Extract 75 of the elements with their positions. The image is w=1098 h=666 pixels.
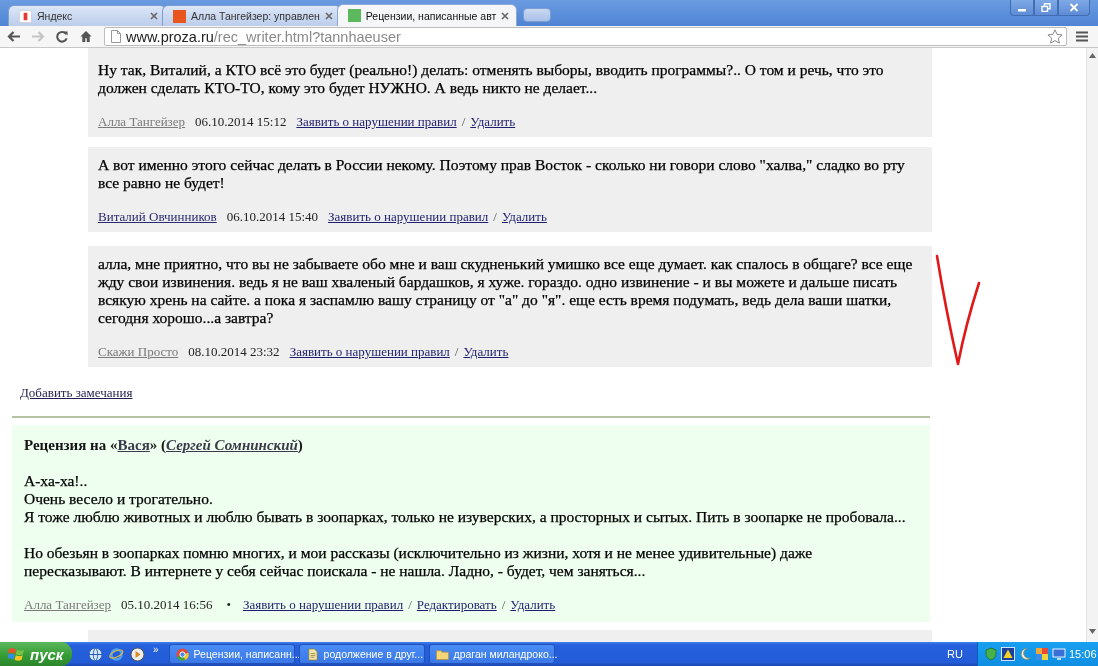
globe-icon[interactable] [88,646,103,662]
clock: 15:06 [1069,648,1097,660]
bullet-separator: • [226,597,231,613]
link-separator: / [461,114,466,130]
scrollbar[interactable] [1086,48,1098,642]
post-date: 06.10.2014 15:12 [195,114,287,130]
reload-icon [55,30,69,43]
link-separator: / [493,209,497,225]
link-separator: / [408,597,412,613]
action-link[interactable]: Удалить [470,114,516,130]
more-chevron[interactable]: » [153,642,159,655]
page-icon [111,30,121,43]
star-icon[interactable] [1047,29,1063,44]
home-icon [79,30,93,43]
add-remark-link[interactable]: Добавить замечания [20,385,133,401]
action-link[interactable]: Заявить о нарушении правил [328,209,489,225]
action-link[interactable]: Заявить о нарушении правил [289,344,450,360]
restore-button[interactable] [1034,0,1058,16]
scroll-up-arrow-icon[interactable] [1089,53,1096,58]
review-text: Я тоже люблю животных и люблю бывать в зоопарках, только не изуверских, а просторных и сытых. Пить в зоопарке не пробовала... [24,508,907,526]
action-link[interactable]: Заявить о нарушении правил [242,597,404,613]
browser-tab[interactable]: Рецензии, написанные авт [336,4,518,26]
action-link[interactable]: Заявить о нарушении правил [296,114,457,130]
author-link[interactable]: Алла Тангейзер [24,597,112,613]
close-icon[interactable] [324,12,333,20]
back-arrow-icon [7,30,21,43]
document-icon [305,647,319,661]
ring-icon[interactable] [109,646,124,662]
circle-logo-icon [175,647,189,661]
menu-icon [1076,31,1088,42]
author-link[interactable]: Алла Тангейзер [98,114,186,130]
play-icon[interactable] [130,646,145,662]
action-link[interactable]: Удалить [463,344,509,360]
link-separator: / [501,597,506,613]
taskbar-button[interactable]: родолжение в друг... [298,644,425,664]
review-text: Очень весело и трогательно. [24,490,214,508]
monitor-icon[interactable] [1052,647,1066,661]
folder-icon [435,647,449,661]
link-separator: / [454,344,459,360]
comment-text: А вот именно этого сейчас делать в России некому. Поэтому прав Восток - сколько ни говори слово "халва," сладко во рту все равно не будет! [98,156,906,192]
favicon-icon [19,9,32,23]
action-link[interactable]: Удалить [501,209,547,225]
close-button[interactable] [1058,0,1090,16]
author-link[interactable]: Скажи Просто [98,344,179,360]
review-heading: Рецензия на «Вася» (Сергей Сомнинский) [24,436,304,454]
favicon-icon [173,9,186,23]
post-date: 05.10.2014 16:56 [121,597,213,613]
review-text: А-ха-ха!.. [24,472,89,490]
author-link[interactable]: Сергей Сомнинский [166,437,298,453]
flag-icon [8,646,25,662]
work-link[interactable]: Вася [117,437,150,453]
address-text: www.proza.ru/rec_writer.html?tannhaeuser [126,28,402,45]
comment-text: алла, мне приятно, что вы не забываете обо мне и ваш скудненький умишко все еще думает. как спалось в общаге? все еще жду свои извинения. ведь я не ваш хваленый бардашков, я хуже. гораздо. одно извинение - и вы можете и дальше писать всякую хрень на сайте. а пока я заспамлю вашу страницу от "а" до "я". еще есть время подумать, ведь дела ваши шатки, сегодня хорошо...а завтра? [98,255,914,327]
close-icon[interactable] [150,12,158,20]
post-date: 06.10.2014 15:40 [226,209,319,225]
close-icon[interactable] [501,11,510,20]
author-link[interactable]: Виталий Овчинников [98,209,217,225]
minimize-button[interactable] [1010,0,1034,16]
action-link[interactable]: Удалить [510,597,556,613]
taskbar-button[interactable]: драган миландроко... [428,644,555,664]
tiles-icon[interactable] [1035,647,1049,661]
scroll-down-arrow-icon[interactable] [1089,629,1096,634]
action-link[interactable]: Редактировать [416,597,497,613]
crescent-icon[interactable] [1018,647,1032,661]
start-button[interactable]: пуск [0,642,72,666]
post-date: 08.10.2014 23:32 [188,344,280,360]
address-field[interactable]: www.proza.ru/rec_writer.html?tannhaeuser [104,27,1067,46]
restore-icon [1041,3,1051,12]
review-text: Но обезьян в зоопарках помню многих, и мои рассказы (исключительно из жизни, хотя и не менее удивительные) даже пересказывают. В интернете у себя сейчас поискала - не нашла. Ладно, - будет, чем заняться... [24,544,814,580]
comment-text: Ну так, Виталий, а КТО всё это будет (реально!) делать: отменять выборы, вводить программы?.. О том и речь, что это должен сделать КТО-ТО, кому это будет НУЖНО. А ведь никто не делает... [98,61,885,97]
favicon-icon [347,9,361,22]
forward-arrow-icon [31,30,45,43]
language-indicator[interactable]: RU [947,648,963,660]
close-icon [1069,3,1079,12]
warning-icon[interactable] [1001,647,1015,661]
